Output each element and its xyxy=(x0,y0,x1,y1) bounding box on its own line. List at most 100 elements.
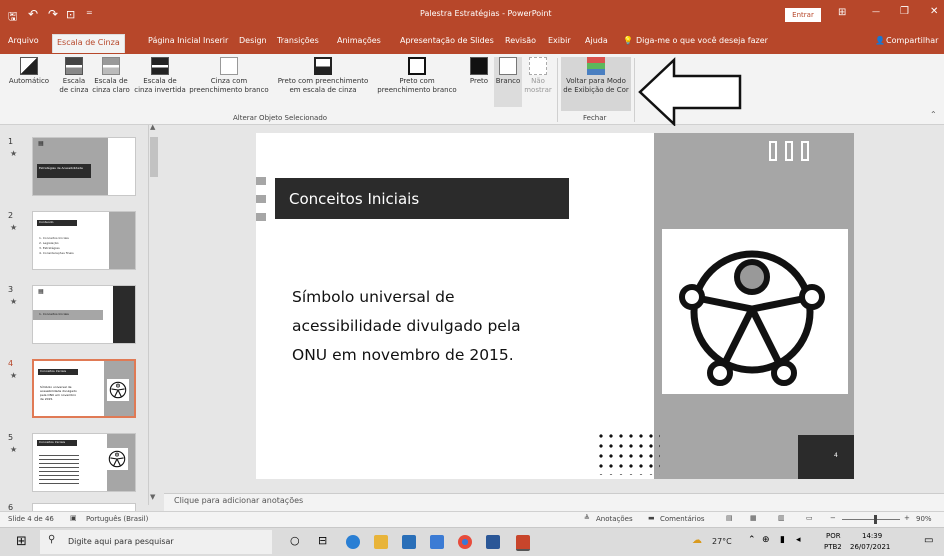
zoom-out-icon[interactable]: − xyxy=(830,514,836,522)
slide-title-box[interactable]: Conceitos Iniciais xyxy=(275,178,569,219)
tab-inserir[interactable]: Inserir xyxy=(203,36,228,45)
slide-number: 2 xyxy=(8,211,14,220)
thumb-list-item: 4. Considerações finais xyxy=(39,251,74,255)
language-indicator-2[interactable]: PTB2 xyxy=(824,543,842,551)
slide-body-text[interactable]: Símbolo universal de acessibilidade divu… xyxy=(292,283,557,370)
thumb-grid-icon: ▦ xyxy=(38,288,44,295)
thumbnail-scrollbar[interactable]: ▲ ▼ xyxy=(148,123,159,505)
scroll-thumb[interactable] xyxy=(150,137,158,177)
zoom-slider-thumb[interactable] xyxy=(874,515,877,524)
close-grayscale-button[interactable]: Voltar para Modo de Exibição de Cor xyxy=(561,57,631,111)
tab-design[interactable]: Design xyxy=(239,36,267,45)
tab-apresentacao[interactable]: Apresentação de Slides xyxy=(400,36,494,45)
powerpoint-icon[interactable] xyxy=(516,535,530,551)
accessibility-symbol-image[interactable] xyxy=(662,229,848,394)
weather-temp[interactable]: 27°C xyxy=(712,537,732,546)
windows-start-icon[interactable]: ⊞ xyxy=(16,534,27,549)
signin-button[interactable]: Entrar xyxy=(785,8,821,22)
tab-transicoes[interactable]: Transições xyxy=(277,36,319,45)
automatic-label: Automático xyxy=(8,77,50,85)
customize-qat-icon[interactable]: = xyxy=(86,8,93,17)
black-gray-fill-button[interactable]: Preto com preenchimento em escala de cin… xyxy=(276,57,370,95)
undo-icon[interactable]: ↶ xyxy=(28,7,38,21)
window-title: Palestra Estratégias - PowerPoint xyxy=(420,9,552,18)
decor-bar xyxy=(801,141,809,161)
slide-sorter-icon[interactable]: ▦ xyxy=(750,514,757,522)
zoom-level[interactable]: 90% xyxy=(916,515,932,523)
automatic-button[interactable]: Automático xyxy=(6,57,52,86)
close-icon[interactable]: ✕ xyxy=(930,6,938,17)
white-button[interactable]: Branco xyxy=(494,57,522,107)
spellcheck-icon[interactable]: ▣ xyxy=(70,514,77,522)
clock-time[interactable]: 14:39 xyxy=(862,532,882,540)
tab-arquivo[interactable]: Arquivo xyxy=(8,36,39,45)
close-grayscale-label2: de Exibição de Cor xyxy=(563,86,629,94)
file-explorer-icon[interactable] xyxy=(374,535,388,549)
network-icon[interactable]: ▮ xyxy=(780,535,785,545)
mail-icon[interactable] xyxy=(430,535,444,549)
comments-toggle[interactable]: Comentários xyxy=(660,515,705,523)
slide-canvas[interactable]: Conceitos Iniciais Símbolo universal de … xyxy=(256,133,854,479)
taskbar-search-box[interactable]: ⚲ Digite aqui para pesquisar xyxy=(40,530,272,554)
dont-show-icon xyxy=(529,57,547,75)
volume-icon[interactable]: ◂ xyxy=(796,535,801,545)
title-bar: 🖫 ↶ ↷ ⊡ = Palestra Estratégias - PowerPo… xyxy=(0,0,944,30)
slide-thumbnail-5[interactable]: Conceitos Iniciais xyxy=(32,433,136,492)
notes-area[interactable]: Clique para adicionar anotações xyxy=(164,493,944,512)
color-view-icon xyxy=(587,57,605,75)
normal-view-icon[interactable]: ▤ xyxy=(726,514,733,522)
grayscale-button[interactable]: Escala de cinza xyxy=(56,57,92,95)
clock-date[interactable]: 26/07/2021 xyxy=(850,543,890,551)
notifications-icon[interactable]: ▭ xyxy=(924,535,933,546)
reading-view-icon[interactable]: ▥ xyxy=(778,514,785,522)
gray-white-fill-button[interactable]: Cinza com preenchimento branco xyxy=(186,57,272,95)
scroll-down-icon[interactable]: ▼ xyxy=(150,493,155,501)
dont-show-button[interactable]: Não mostrar xyxy=(524,57,552,95)
ribbon-separator xyxy=(557,58,558,122)
zoom-slider[interactable] xyxy=(842,515,900,524)
tray-app-icon[interactable]: ⊕ xyxy=(762,535,770,545)
ribbon-display-icon[interactable]: ⊞ xyxy=(838,7,846,18)
restore-icon[interactable]: ❐ xyxy=(900,6,909,17)
black-button[interactable]: Preto xyxy=(466,57,492,86)
tab-animacoes[interactable]: Animações xyxy=(337,36,381,45)
slide-thumbnail-3[interactable]: 1. Conceitos Iniciais ▦ xyxy=(32,285,136,344)
cortana-icon[interactable]: ○ xyxy=(290,534,300,547)
close-grayscale-label1: Voltar para Modo xyxy=(566,77,626,85)
redo-icon[interactable]: ↷ xyxy=(48,7,58,21)
chrome-icon[interactable] xyxy=(458,535,472,549)
tell-me-input[interactable]: Diga-me o que você deseja fazer xyxy=(636,36,768,45)
word-icon[interactable] xyxy=(486,535,500,549)
tab-ajuda[interactable]: Ajuda xyxy=(585,36,608,45)
light-grayscale-button[interactable]: Escala de cinza claro xyxy=(90,57,132,95)
zoom-in-icon[interactable]: + xyxy=(904,514,910,522)
inverse-grayscale-button[interactable]: Escala de cinza invertida xyxy=(134,57,186,95)
black-white-fill-button[interactable]: Preto com preenchimento branco xyxy=(374,57,460,95)
scroll-up-icon[interactable]: ▲ xyxy=(150,123,155,131)
minimize-icon[interactable]: — xyxy=(872,7,880,16)
language-status[interactable]: Português (Brasil) xyxy=(86,515,148,523)
start-from-beginning-icon[interactable]: ⊡ xyxy=(66,8,75,21)
language-indicator-1[interactable]: POR xyxy=(826,532,841,540)
thumb-text: Símbolo universal de acessibilidade divu… xyxy=(40,385,77,401)
slide-thumbnail-4-selected[interactable]: Conceitos Iniciais Símbolo universal de … xyxy=(32,359,136,418)
collapse-ribbon-icon[interactable]: ⌃ xyxy=(930,110,937,119)
tab-escala-de-cinza[interactable]: Escala de Cinza xyxy=(52,34,125,53)
edge-icon[interactable] xyxy=(346,535,360,549)
dont-show-label1: Não xyxy=(531,77,545,85)
share-button[interactable]: Compartilhar xyxy=(886,36,938,45)
white-label: Branco xyxy=(495,77,521,85)
slide-thumbnail-1[interactable]: Estratégias de Acessibilidade ▦ xyxy=(32,137,136,196)
task-view-icon[interactable]: ⊟ xyxy=(318,534,327,547)
search-icon: ⚲ xyxy=(48,534,56,545)
slideshow-icon[interactable]: ▭ xyxy=(806,514,813,522)
notes-toggle[interactable]: Anotações xyxy=(596,515,633,523)
tab-exibir[interactable]: Exibir xyxy=(548,36,571,45)
tab-pagina-inicial[interactable]: Página Inicial xyxy=(148,36,201,45)
save-icon[interactable]: 🖫 xyxy=(8,8,17,27)
tray-chevron-icon[interactable]: ⌃ xyxy=(748,535,756,545)
slide-thumbnail-2[interactable]: Conteúdo 1. Conceitos Iniciais 2. Legisl… xyxy=(32,211,136,270)
tab-revisao[interactable]: Revisão xyxy=(505,36,536,45)
store-icon[interactable] xyxy=(402,535,416,549)
inverse-grayscale-label1: Escala de xyxy=(143,77,177,85)
